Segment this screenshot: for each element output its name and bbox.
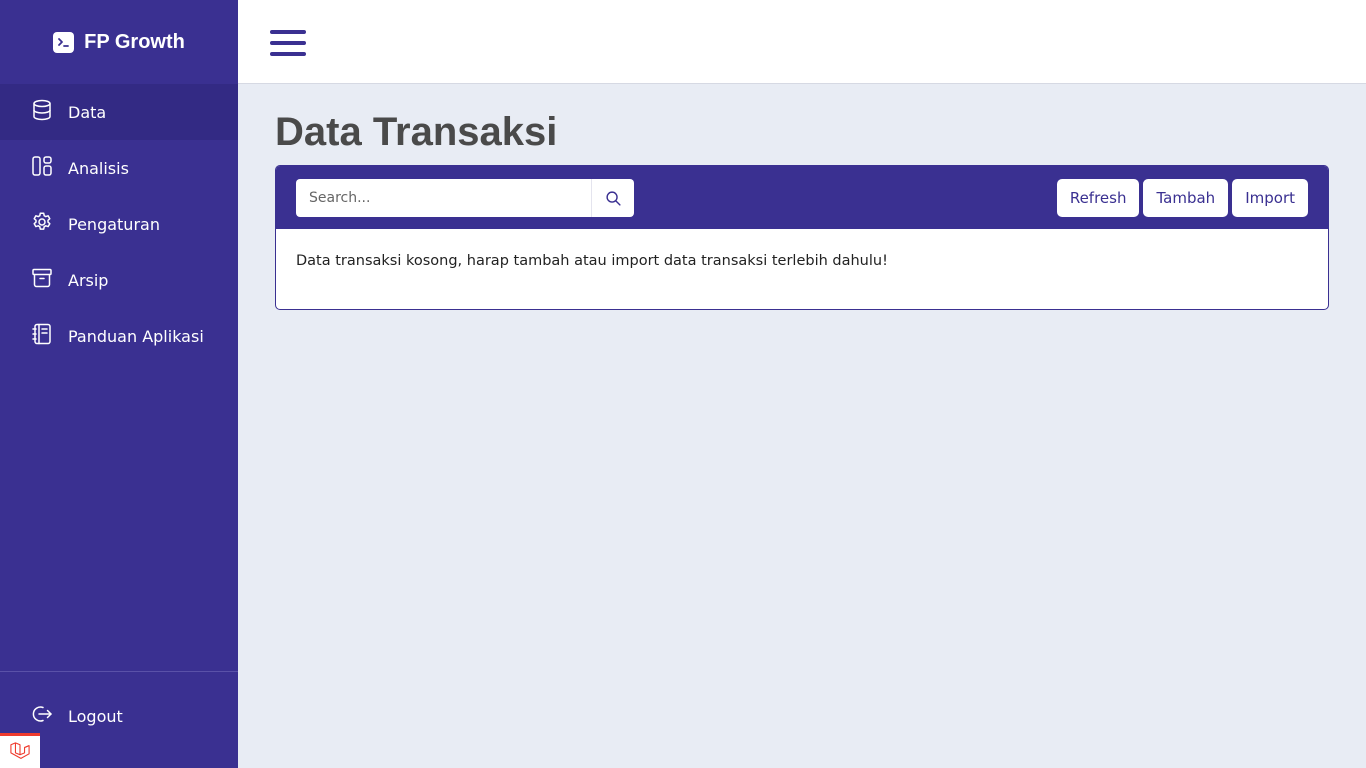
sidebar-item-label: Pengaturan (68, 214, 160, 234)
sidebar-item-label: Panduan Aplikasi (68, 326, 204, 346)
database-icon (30, 98, 54, 126)
sidebar-item-label: Analisis (68, 158, 129, 178)
sidebar-item-label: Arsip (68, 270, 109, 290)
sidebar-item-analisis[interactable]: Analisis (0, 140, 238, 196)
logout-label: Logout (68, 706, 123, 726)
sidebar-nav: Data Analisis Pengaturan Arsip Panduan A… (0, 84, 238, 364)
refresh-button[interactable]: Refresh (1056, 179, 1140, 217)
transactions-card: Refresh Tambah Import Data transaksi kos… (275, 165, 1329, 310)
topbar (238, 0, 1366, 84)
logout-icon (30, 702, 54, 730)
sidebar-item-pengaturan[interactable]: Pengaturan (0, 196, 238, 252)
archive-icon (30, 266, 54, 294)
menu-toggle-icon[interactable] (270, 30, 306, 56)
sidebar: FP Growth Data Analisis Pengaturan Arsip (0, 0, 238, 768)
search-input[interactable] (296, 179, 592, 217)
empty-state-message: Data transaksi kosong, harap tambah atau… (296, 253, 888, 269)
layout-icon (30, 154, 54, 182)
app-title: FP Growth (84, 30, 185, 53)
search-icon[interactable] (592, 179, 634, 217)
sidebar-item-label: Data (68, 102, 107, 122)
add-button[interactable]: Tambah (1143, 179, 1229, 217)
brand[interactable]: FP Growth (0, 0, 238, 84)
sidebar-divider (0, 671, 238, 672)
sidebar-item-arsip[interactable]: Arsip (0, 252, 238, 308)
sidebar-item-data[interactable]: Data (0, 84, 238, 140)
book-icon (30, 322, 54, 350)
import-button[interactable]: Import (1232, 179, 1308, 217)
page-title: Data Transaksi (275, 110, 558, 154)
laravel-logo-icon[interactable] (0, 733, 40, 768)
toolbar-actions: Refresh Tambah Import (1056, 179, 1308, 217)
gear-icon (30, 210, 54, 238)
sidebar-item-panduan-aplikasi[interactable]: Panduan Aplikasi (0, 308, 238, 364)
search-box (296, 179, 634, 217)
terminal-icon (53, 31, 75, 53)
card-toolbar: Refresh Tambah Import (276, 166, 1328, 229)
